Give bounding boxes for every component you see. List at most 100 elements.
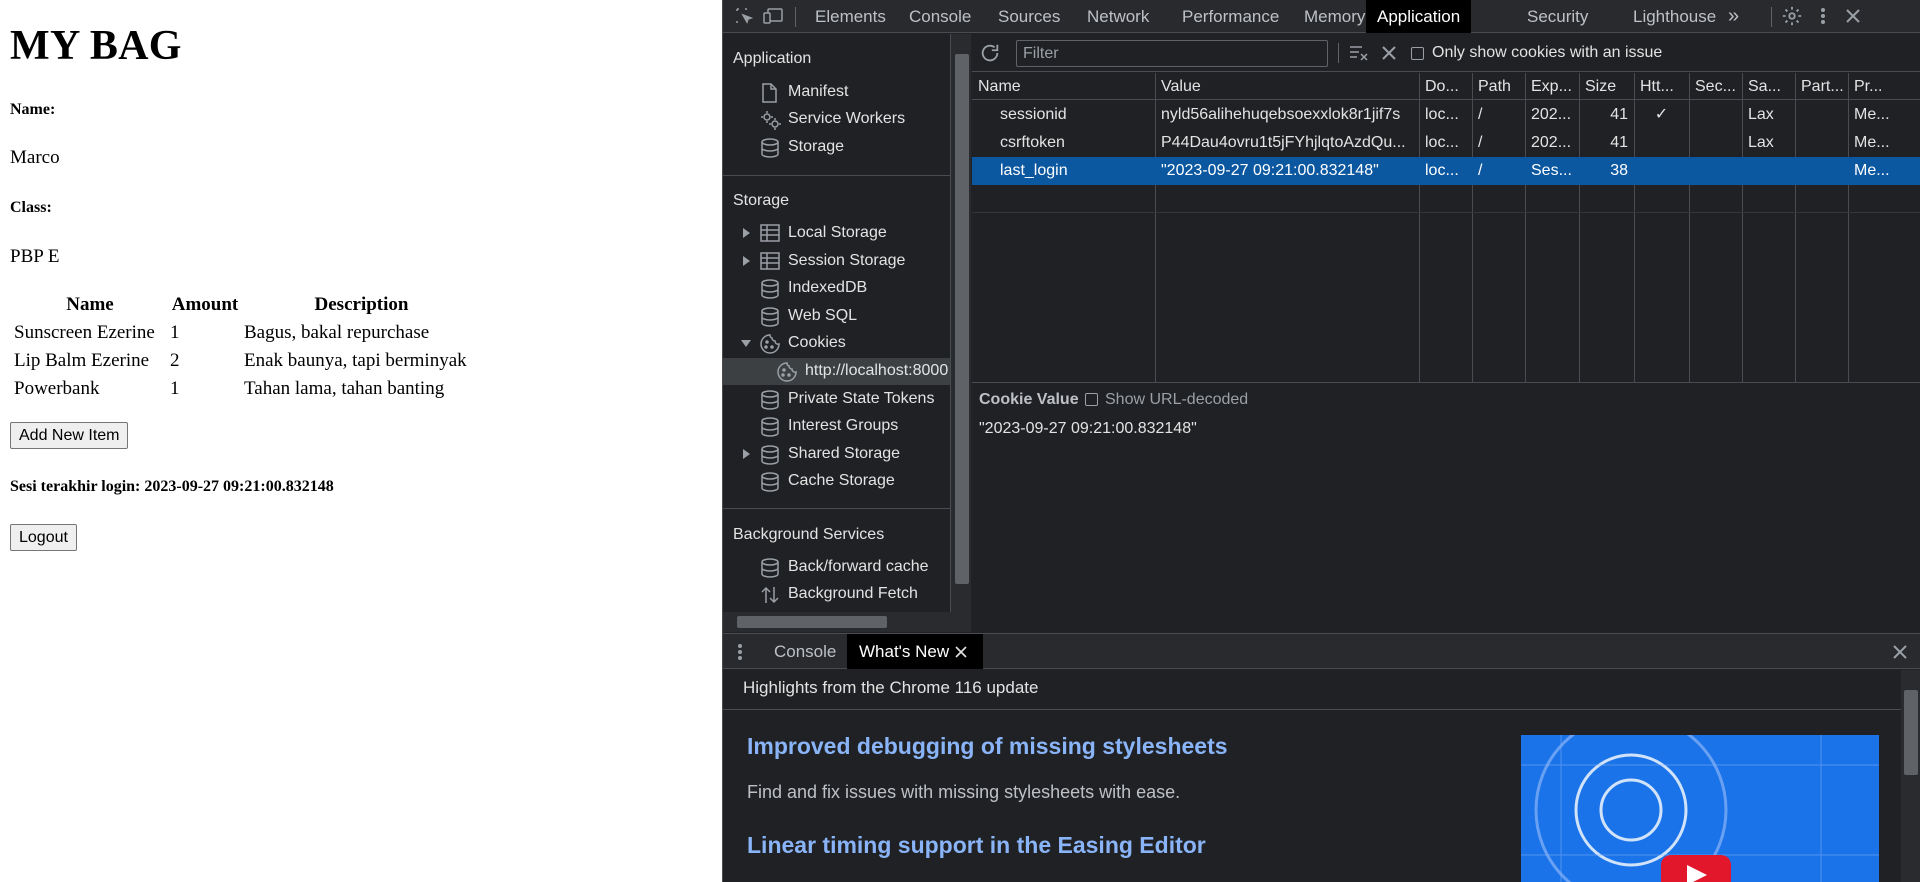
sidebar-item-label: Local Storage xyxy=(788,224,887,241)
sidebar-item-local-storage[interactable]: Local Storage xyxy=(723,220,950,247)
col-header-size[interactable]: Size xyxy=(1579,73,1634,100)
cookie-size: 41 xyxy=(1610,134,1628,151)
col-header-domain[interactable]: Do... xyxy=(1419,73,1472,100)
drawer-scroll-thumb[interactable] xyxy=(1904,690,1918,775)
collapse-arrow-icon[interactable] xyxy=(741,340,751,347)
tab-memory[interactable]: Memory xyxy=(1293,0,1376,33)
tab-security[interactable]: Security xyxy=(1516,0,1599,33)
col-header-name[interactable]: Name xyxy=(972,73,1155,100)
cookie-value-text: "2023-09-27 09:21:00.832148" xyxy=(979,420,1197,437)
database-icon xyxy=(760,390,780,410)
cookie-path: / xyxy=(1478,162,1483,179)
sidebar-item-background-fetch[interactable]: Background Fetch xyxy=(723,581,950,608)
col-header-secure[interactable]: Sec... xyxy=(1689,73,1742,100)
cookie-expires: 202... xyxy=(1531,134,1572,151)
table-row: Powerbank 1 Tahan lama, tahan banting xyxy=(14,376,479,402)
sidebar-header-application: Application xyxy=(733,50,812,67)
sidebar-item-interest-groups[interactable]: Interest Groups xyxy=(723,413,950,440)
sidebar-item-private-state-tokens[interactable]: Private State Tokens xyxy=(723,386,950,413)
expand-arrow-icon[interactable] xyxy=(743,449,750,459)
drawer-tab-console[interactable]: Console xyxy=(762,634,848,669)
tab-elements[interactable]: Elements xyxy=(804,0,897,33)
col-header-value[interactable]: Value xyxy=(1155,73,1419,100)
more-tabs-button[interactable]: » xyxy=(1722,0,1745,33)
settings-gear-icon[interactable] xyxy=(1780,4,1804,28)
video-thumbnail[interactable] xyxy=(1521,735,1879,882)
sidebar-item-label: IndexedDB xyxy=(788,279,868,296)
table-row[interactable]: csrftoken P44Dau4ovru1t5jFYhjlqtoAzdQu..… xyxy=(972,129,1920,157)
sidebar-item-cookies[interactable]: Cookies xyxy=(723,330,950,357)
items-table: Name Amount Description Sunscreen Ezerin… xyxy=(10,290,483,404)
cookie-priority: Me... xyxy=(1854,134,1890,151)
col-header-name: Name xyxy=(66,294,114,315)
clear-filtered-icon[interactable] xyxy=(1347,41,1371,65)
more-options-icon[interactable] xyxy=(1811,4,1835,28)
cookie-filter-input[interactable] xyxy=(1016,40,1328,67)
device-toolbar-icon[interactable] xyxy=(762,4,786,28)
database-icon xyxy=(760,138,780,158)
cookie-secure xyxy=(1689,101,1742,129)
devtools-main-toolbar: Elements Console Sources Network Perform… xyxy=(723,0,1920,33)
sidebar-item-cache-storage[interactable]: Cache Storage xyxy=(723,468,950,495)
show-url-decoded-checkbox[interactable] xyxy=(1085,393,1098,406)
add-new-item-button[interactable]: Add New Item xyxy=(10,422,129,449)
logout-button[interactable]: Logout xyxy=(10,524,77,551)
close-tab-icon[interactable] xyxy=(949,640,973,664)
expand-arrow-icon[interactable] xyxy=(743,256,750,266)
table-row-selected[interactable]: last_login "2023-09-27 09:21:00.832148" … xyxy=(972,157,1920,185)
sidebar-item-cookie-origin[interactable]: http://localhost:8000 xyxy=(723,358,950,385)
sidebar-item-storage[interactable]: Storage xyxy=(723,134,950,161)
cookie-size: 38 xyxy=(1610,162,1628,179)
cookies-toolbar: Only show cookies with an issue xyxy=(972,34,1920,72)
sidebar-horizontal-scroll-thumb[interactable] xyxy=(737,616,887,628)
whats-new-link[interactable]: Improved debugging of missing stylesheet… xyxy=(747,733,1228,760)
sidebar-item-service-workers[interactable]: Service Workers xyxy=(723,106,950,133)
delete-all-icon[interactable] xyxy=(1377,41,1401,65)
sidebar-item-back-forward-cache[interactable]: Back/forward cache xyxy=(723,554,950,581)
only-issues-checkbox[interactable] xyxy=(1411,47,1424,60)
drawer-menu-icon[interactable] xyxy=(728,640,752,664)
expand-arrow-icon[interactable] xyxy=(743,228,750,238)
item-name: Lip Balm Ezerine xyxy=(14,350,150,371)
web-page: MY BAG Name: Marco Class: PBP E Name Amo… xyxy=(0,0,722,882)
name-value: Marco xyxy=(10,147,60,168)
table-row[interactable]: sessionid nyld56alihehuqebsoexxlok8r1jif… xyxy=(972,101,1920,129)
col-header-description: Description xyxy=(314,294,409,315)
close-devtools-icon[interactable] xyxy=(1841,4,1865,28)
col-header-partition[interactable]: Part... xyxy=(1795,73,1848,100)
col-header-httponly[interactable]: Htt... xyxy=(1634,73,1689,100)
sidebar-item-shared-storage[interactable]: Shared Storage xyxy=(723,441,950,468)
tab-network[interactable]: Network xyxy=(1076,0,1160,33)
inspect-element-icon[interactable] xyxy=(732,4,756,28)
sidebar-item-indexeddb[interactable]: IndexedDB xyxy=(723,275,950,302)
up-down-arrows-icon xyxy=(760,585,780,605)
close-drawer-icon[interactable] xyxy=(1888,640,1912,664)
refresh-icon[interactable] xyxy=(978,41,1002,65)
tab-sources[interactable]: Sources xyxy=(987,0,1071,33)
cookie-path: / xyxy=(1478,106,1483,123)
cookie-httponly xyxy=(1634,157,1689,185)
cookie-partition xyxy=(1795,157,1848,185)
sidebar-item-label: Session Storage xyxy=(788,252,906,269)
cookies-table: Name Value Do... Path Exp... Size Htt...… xyxy=(972,73,1920,382)
drawer-scrollbar[interactable] xyxy=(1901,670,1920,882)
col-header-priority[interactable]: Pr... xyxy=(1848,73,1920,100)
sidebar-item-manifest[interactable]: Manifest xyxy=(723,79,950,106)
cookie-samesite: Lax xyxy=(1748,134,1774,151)
whats-new-link[interactable]: Linear timing support in the Easing Edit… xyxy=(747,832,1206,859)
database-icon xyxy=(760,417,780,437)
tab-lighthouse[interactable]: Lighthouse xyxy=(1622,0,1727,33)
tab-performance[interactable]: Performance xyxy=(1171,0,1290,33)
sidebar-item-session-storage[interactable]: Session Storage xyxy=(723,248,950,275)
drawer-tabbar: Console What's New xyxy=(723,634,1920,669)
only-issues-label: Only show cookies with an issue xyxy=(1432,44,1663,61)
col-header-path[interactable]: Path xyxy=(1472,73,1525,100)
tab-console[interactable]: Console xyxy=(898,0,982,33)
item-description: Bagus, bakal repurchase xyxy=(244,322,430,343)
tab-application[interactable]: Application xyxy=(1366,0,1472,33)
col-header-samesite[interactable]: Sa... xyxy=(1742,73,1795,100)
col-header-expires[interactable]: Exp... xyxy=(1525,73,1579,100)
devtools-panel: Elements Console Sources Network Perform… xyxy=(722,0,1920,882)
sidebar-scroll-thumb[interactable] xyxy=(955,54,969,584)
sidebar-item-web-sql[interactable]: Web SQL xyxy=(723,303,950,330)
